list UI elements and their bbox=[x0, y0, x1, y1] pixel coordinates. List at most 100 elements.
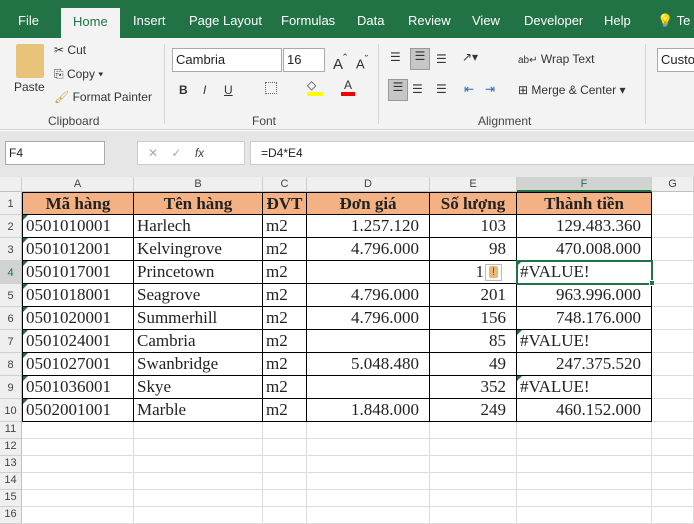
format-painter-button[interactable]: 🖌 Format Painter bbox=[54, 90, 152, 104]
dvt-cell[interactable]: m2 bbox=[263, 376, 307, 399]
empty-cell[interactable] bbox=[652, 261, 694, 284]
empty-cell[interactable] bbox=[263, 473, 307, 490]
don-gia-cell[interactable] bbox=[307, 330, 430, 353]
empty-cell[interactable] bbox=[652, 456, 694, 473]
dvt-cell[interactable]: m2 bbox=[263, 307, 307, 330]
don-gia-cell[interactable]: 4.796.000 bbox=[307, 307, 430, 330]
align-bottom-icon[interactable]: ☰ bbox=[436, 52, 447, 66]
don-gia-cell[interactable]: 4.796.000 bbox=[307, 238, 430, 261]
row-header-3[interactable]: 3 bbox=[0, 238, 22, 261]
font-color-icon[interactable]: A bbox=[341, 78, 355, 96]
empty-cell[interactable] bbox=[430, 473, 517, 490]
row-header-4[interactable]: 4 bbox=[0, 261, 22, 284]
empty-cell[interactable] bbox=[430, 422, 517, 439]
so-luong-cell[interactable]: 49 bbox=[430, 353, 517, 376]
header-cell[interactable]: Đơn giá bbox=[307, 192, 430, 215]
align-right-icon[interactable]: ☰ bbox=[436, 82, 447, 96]
empty-cell[interactable] bbox=[22, 473, 134, 490]
row-header-12[interactable]: 12 bbox=[0, 439, 22, 456]
empty-cell[interactable] bbox=[652, 353, 694, 376]
so-luong-cell[interactable]: 201 bbox=[430, 284, 517, 307]
ma-hang-cell[interactable]: 0501018001 bbox=[22, 284, 134, 307]
tab-home[interactable]: Home bbox=[61, 8, 120, 38]
tab-te[interactable]: 💡 Te bbox=[657, 9, 690, 38]
row-header-10[interactable]: 10 bbox=[0, 399, 22, 422]
selected-cell-F4[interactable]: #VALUE! bbox=[516, 260, 653, 285]
header-cell[interactable]: Số lượng bbox=[430, 192, 517, 215]
so-luong-cell[interactable]: 103 bbox=[430, 215, 517, 238]
ma-hang-cell[interactable]: 0501027001 bbox=[22, 353, 134, 376]
header-cell[interactable]: ĐVT bbox=[263, 192, 307, 215]
ma-hang-cell[interactable]: 0501020001 bbox=[22, 307, 134, 330]
empty-cell[interactable] bbox=[652, 473, 694, 490]
paste-icon[interactable] bbox=[16, 44, 44, 78]
font-name-select[interactable]: Cambria bbox=[172, 48, 282, 72]
merge-center-button[interactable]: ⊞ Merge & Center ▾ bbox=[518, 83, 625, 97]
fx-icon[interactable]: fx bbox=[195, 146, 204, 160]
thanh-tien-cell[interactable]: 748.176.000 bbox=[517, 307, 652, 330]
tab-insert[interactable]: Insert bbox=[133, 9, 166, 38]
tab-data[interactable]: Data bbox=[357, 9, 384, 38]
fill-color-icon[interactable]: ◇ bbox=[307, 78, 323, 96]
empty-cell[interactable] bbox=[307, 456, 430, 473]
ten-hang-cell[interactable]: Skye bbox=[134, 376, 263, 399]
tab-page-layout[interactable]: Page Layout bbox=[189, 9, 262, 38]
header-cell[interactable]: Thành tiền bbox=[517, 192, 652, 215]
number-format-select[interactable]: Custom bbox=[657, 48, 694, 72]
column-header-F[interactable]: F bbox=[517, 177, 652, 192]
ma-hang-cell[interactable]: 0501010001 bbox=[22, 215, 134, 238]
empty-cell[interactable] bbox=[430, 490, 517, 507]
ten-hang-cell[interactable]: Summerhill bbox=[134, 307, 263, 330]
name-box[interactable]: F4 bbox=[5, 141, 105, 165]
error-warning-icon[interactable]: ! bbox=[485, 264, 502, 281]
borders-icon[interactable] bbox=[265, 82, 277, 94]
column-header-B[interactable]: B bbox=[134, 177, 263, 192]
ma-hang-cell[interactable]: 0501024001 bbox=[22, 330, 134, 353]
row-header-16[interactable]: 16 bbox=[0, 507, 22, 524]
tab-developer[interactable]: Developer bbox=[524, 9, 583, 38]
empty-cell[interactable] bbox=[307, 507, 430, 524]
empty-cell[interactable] bbox=[263, 422, 307, 439]
so-luong-cell[interactable]: 352 bbox=[430, 376, 517, 399]
align-left-icon[interactable]: ☰ bbox=[388, 79, 408, 101]
empty-cell[interactable] bbox=[263, 439, 307, 456]
dvt-cell[interactable]: m2 bbox=[263, 215, 307, 238]
empty-cell[interactable] bbox=[307, 422, 430, 439]
row-header-9[interactable]: 9 bbox=[0, 376, 22, 399]
empty-cell[interactable] bbox=[22, 422, 134, 439]
empty-cell[interactable] bbox=[134, 490, 263, 507]
empty-cell[interactable] bbox=[652, 399, 694, 422]
empty-cell[interactable] bbox=[22, 456, 134, 473]
empty-cell[interactable] bbox=[430, 456, 517, 473]
dvt-cell[interactable]: m2 bbox=[263, 399, 307, 422]
empty-cell[interactable] bbox=[652, 192, 694, 215]
paste-button[interactable]: Paste bbox=[14, 80, 45, 94]
empty-cell[interactable] bbox=[517, 490, 652, 507]
font-size-select[interactable]: 16 bbox=[283, 48, 325, 72]
empty-cell[interactable] bbox=[22, 439, 134, 456]
tab-review[interactable]: Review bbox=[408, 9, 451, 38]
don-gia-cell[interactable]: 4.796.000 bbox=[307, 284, 430, 307]
align-top-icon[interactable]: ☰ bbox=[390, 50, 401, 64]
row-header-1[interactable]: 1 bbox=[0, 192, 22, 215]
empty-cell[interactable] bbox=[307, 439, 430, 456]
empty-cell[interactable] bbox=[652, 439, 694, 456]
header-cell[interactable]: Tên hàng bbox=[134, 192, 263, 215]
row-header-8[interactable]: 8 bbox=[0, 353, 22, 376]
empty-cell[interactable] bbox=[134, 456, 263, 473]
don-gia-cell[interactable] bbox=[307, 261, 430, 284]
empty-cell[interactable] bbox=[652, 238, 694, 261]
empty-cell[interactable] bbox=[517, 456, 652, 473]
empty-cell[interactable] bbox=[307, 473, 430, 490]
empty-cell[interactable] bbox=[652, 284, 694, 307]
empty-cell[interactable] bbox=[652, 422, 694, 439]
ma-hang-cell[interactable]: 0501017001 bbox=[22, 261, 134, 284]
don-gia-cell[interactable] bbox=[307, 376, 430, 399]
empty-cell[interactable] bbox=[652, 215, 694, 238]
wrap-text-button[interactable]: ab↵ Wrap Text bbox=[518, 52, 594, 66]
empty-cell[interactable] bbox=[22, 490, 134, 507]
align-middle-icon[interactable]: ☰ bbox=[410, 48, 430, 70]
fill-handle[interactable] bbox=[649, 280, 655, 286]
underline-button[interactable]: U bbox=[224, 83, 233, 97]
so-luong-cell[interactable]: 85 bbox=[430, 330, 517, 353]
